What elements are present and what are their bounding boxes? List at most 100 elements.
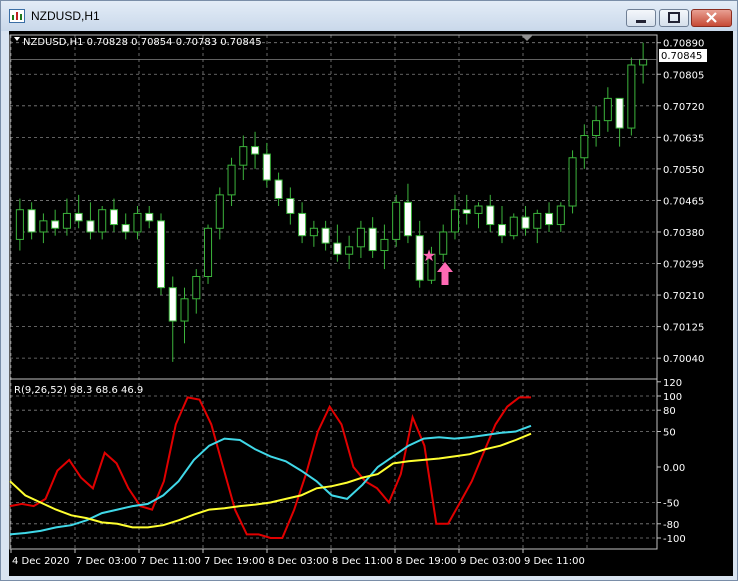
indicator-scale-label: -50 bbox=[663, 499, 679, 510]
current-price-label: 0.70845 bbox=[661, 51, 702, 62]
chart-menu-triangle-icon[interactable] bbox=[14, 37, 20, 41]
sub-pane-header: R(9,26,52) 98.3 68.6 46.9 bbox=[14, 385, 143, 396]
candle-body bbox=[474, 205, 483, 214]
main-pane-header: NZDUSD,H1 0.70828 0.70854 0.70783 0.7084… bbox=[23, 37, 262, 48]
current-price-tag: 0.70845 bbox=[659, 49, 707, 62]
candle-body bbox=[251, 146, 260, 155]
minimize-icon bbox=[636, 20, 646, 23]
candle-body bbox=[239, 146, 248, 166]
candle-body bbox=[215, 194, 224, 229]
price-label: 0.70295 bbox=[663, 260, 704, 271]
candle-body bbox=[168, 287, 177, 322]
candle-body bbox=[262, 153, 271, 181]
price-label: 0.70635 bbox=[663, 133, 704, 144]
price-label: 0.70805 bbox=[663, 70, 704, 81]
indicator-scale-label: 100 bbox=[663, 392, 682, 403]
indicator-scale-label: -80 bbox=[663, 520, 679, 531]
indicator-scale-label: 80 bbox=[663, 406, 676, 417]
time-label: 7 Dec 19:00 bbox=[204, 556, 265, 567]
grid bbox=[10, 35, 657, 549]
candle-body bbox=[274, 179, 283, 200]
candle-body bbox=[392, 201, 401, 240]
time-label: 7 Dec 03:00 bbox=[76, 556, 137, 567]
candle-body bbox=[380, 238, 389, 252]
indicator-lines bbox=[9, 396, 532, 539]
time-label: 8 Dec 11:00 bbox=[332, 556, 393, 567]
candle-body bbox=[39, 220, 48, 233]
candle-body bbox=[639, 58, 648, 66]
candle-body bbox=[450, 209, 460, 233]
candle-body bbox=[356, 227, 365, 248]
candle-body bbox=[592, 120, 601, 136]
candle-body bbox=[345, 246, 354, 255]
candle-body bbox=[333, 242, 342, 255]
time-label: 7 Dec 11:00 bbox=[140, 556, 201, 567]
candle-body bbox=[51, 220, 60, 229]
candle-body bbox=[521, 216, 530, 229]
candle-body bbox=[145, 212, 154, 222]
time-axis: 4 Dec 2020 7 Dec 03:00 7 Dec 11:00 7 Dec 19… bbox=[10, 549, 585, 567]
candle-body bbox=[462, 209, 471, 214]
price-label: 0.70210 bbox=[663, 291, 704, 302]
candle-body bbox=[556, 205, 565, 226]
minimize-button[interactable] bbox=[626, 9, 656, 27]
candle-body bbox=[627, 64, 636, 129]
chart-window-icon bbox=[9, 9, 25, 23]
candle-body bbox=[603, 97, 612, 122]
indicator-scale-label: 0.00 bbox=[663, 463, 685, 474]
candle-body bbox=[497, 224, 507, 237]
candle-body bbox=[121, 224, 130, 233]
candle-body bbox=[403, 201, 412, 237]
time-label: 9 Dec 11:00 bbox=[524, 556, 585, 567]
mt-chart-window: NZDUSD,H1 NZDUSD,H1 0.70828 0.70854 0.70… bbox=[0, 0, 738, 581]
candle-body bbox=[580, 134, 589, 159]
candle-body bbox=[15, 209, 24, 240]
price-label: 0.70465 bbox=[663, 196, 704, 207]
candle-body bbox=[180, 298, 189, 322]
candle-body bbox=[133, 212, 142, 233]
price-label: 0.70125 bbox=[663, 323, 704, 334]
candle-body bbox=[86, 220, 95, 233]
chart-canvas[interactable]: NZDUSD,H1 0.70828 0.70854 0.70783 0.7084… bbox=[9, 31, 733, 576]
candle-body bbox=[486, 205, 495, 226]
candle-body bbox=[545, 212, 554, 226]
candle-body bbox=[227, 164, 236, 196]
price-label: 0.70720 bbox=[663, 102, 704, 113]
indicator-scale-label: 50 bbox=[663, 428, 676, 439]
candle-body bbox=[368, 227, 377, 252]
candle-body bbox=[298, 212, 307, 237]
indicator-axis: 120 100 80 50 0.00 -50 -80 -100 bbox=[657, 378, 686, 545]
candle-body bbox=[321, 227, 330, 244]
candle-body bbox=[286, 198, 295, 214]
price-label: 0.70890 bbox=[663, 39, 704, 50]
candle-body bbox=[156, 220, 166, 289]
candle-body bbox=[615, 97, 624, 129]
candle-body bbox=[309, 227, 318, 237]
price-axis: 0.70890 0.70805 0.70720 0.70635 0.70550 0.704… bbox=[657, 39, 704, 365]
window-title: NZDUSD,H1 bbox=[31, 9, 100, 23]
time-label: 4 Dec 2020 bbox=[12, 556, 70, 567]
title-bar[interactable]: NZDUSD,H1 bbox=[1, 1, 737, 31]
chart-area[interactable]: NZDUSD,H1 0.70828 0.70854 0.70783 0.7084… bbox=[9, 31, 733, 576]
candle-body bbox=[98, 209, 107, 233]
candle-body bbox=[109, 209, 118, 226]
price-label: 0.70040 bbox=[663, 354, 704, 365]
candle-body bbox=[192, 276, 201, 300]
price-label: 0.70380 bbox=[663, 228, 704, 239]
time-label: 9 Dec 03:00 bbox=[460, 556, 521, 567]
candle-body bbox=[439, 231, 448, 255]
candle-body bbox=[27, 209, 36, 233]
candlestick-series bbox=[10, 42, 657, 362]
indicator-scale-label: -100 bbox=[663, 534, 686, 545]
price-label: 0.70550 bbox=[663, 165, 704, 176]
time-label: 8 Dec 03:00 bbox=[268, 556, 329, 567]
candle-body bbox=[568, 157, 577, 207]
candle-body bbox=[533, 212, 542, 229]
maximize-button[interactable] bbox=[659, 9, 689, 27]
star-marker-icon: ★ bbox=[422, 246, 436, 265]
indicator-line-1 bbox=[9, 396, 531, 539]
time-label: 8 Dec 19:00 bbox=[396, 556, 457, 567]
restore-icon bbox=[668, 12, 680, 23]
close-button[interactable] bbox=[691, 9, 732, 27]
indicator-scale-label: 120 bbox=[663, 378, 682, 389]
